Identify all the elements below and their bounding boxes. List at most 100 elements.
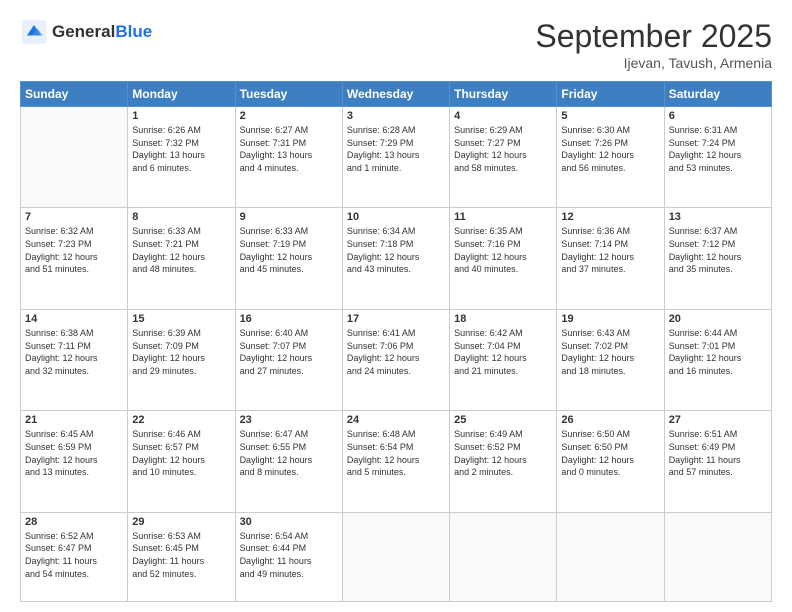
day-number: 26 — [561, 414, 659, 426]
day-number: 10 — [347, 211, 445, 223]
day-number: 14 — [25, 313, 123, 325]
calendar-cell: 28 Sunrise: 6:52 AM Sunset: 6:47 PM Dayli… — [21, 512, 128, 601]
logo-general: General — [52, 22, 115, 42]
calendar-cell: 2Sunrise: 6:27 AM Sunset: 7:31 PM Daylig… — [235, 107, 342, 208]
calendar-cell: 4 Sunrise: 6:29 AM Sunset: 7:27 PM Daylig… — [450, 107, 557, 208]
day-info: Sunrise: 6:26 AM Sunset: 7:32 PM Dayligh… — [132, 124, 230, 174]
day-number: 21 — [25, 414, 123, 426]
day-info: Sunrise: 6:49 AM Sunset: 6:52 PM Dayligh… — [454, 428, 552, 478]
day-info: Sunrise: 6:27 AM Sunset: 7:31 PM Dayligh… — [240, 124, 338, 174]
weekday-sunday: Sunday — [21, 82, 128, 107]
weekday-saturday: Saturday — [664, 82, 771, 107]
calendar-cell: 30 Sunrise: 6:54 AM Sunset: 6:44 PM Dayli… — [235, 512, 342, 601]
calendar-cell: 9 Sunrise: 6:33 AM Sunset: 7:19 PM Daylig… — [235, 208, 342, 309]
calendar-cell: 10 Sunrise: 6:34 AM Sunset: 7:18 PM Dayli… — [342, 208, 449, 309]
day-info: Sunrise: 6:32 AM Sunset: 7:23 PM Dayligh… — [25, 225, 123, 275]
calendar-cell: 19 Sunrise: 6:43 AM Sunset: 7:02 PM Dayli… — [557, 309, 664, 410]
day-info: Sunrise: 6:46 AM Sunset: 6:57 PM Dayligh… — [132, 428, 230, 478]
calendar-cell — [450, 512, 557, 601]
day-info: Sunrise: 6:36 AM Sunset: 7:14 PM Dayligh… — [561, 225, 659, 275]
day-info: Sunrise: 6:40 AM Sunset: 7:07 PM Dayligh… — [240, 327, 338, 377]
calendar-cell — [21, 107, 128, 208]
weekday-friday: Friday — [557, 82, 664, 107]
day-number: 24 — [347, 414, 445, 426]
day-info: Sunrise: 6:29 AM Sunset: 7:27 PM Dayligh… — [454, 124, 552, 174]
calendar-cell: 6 Sunrise: 6:31 AM Sunset: 7:24 PM Daylig… — [664, 107, 771, 208]
location: Ijevan, Tavush, Armenia — [535, 55, 772, 71]
weekday-tuesday: Tuesday — [235, 82, 342, 107]
calendar-cell: 15Sunrise: 6:39 AM Sunset: 7:09 PM Dayli… — [128, 309, 235, 410]
day-number: 3 — [347, 110, 445, 122]
calendar-cell: 3Sunrise: 6:28 AM Sunset: 7:29 PM Daylig… — [342, 107, 449, 208]
day-info: Sunrise: 6:54 AM Sunset: 6:44 PM Dayligh… — [240, 530, 338, 580]
calendar-table: SundayMondayTuesdayWednesdayThursdayFrid… — [20, 81, 772, 602]
day-info: Sunrise: 6:35 AM Sunset: 7:16 PM Dayligh… — [454, 225, 552, 275]
day-info: Sunrise: 6:43 AM Sunset: 7:02 PM Dayligh… — [561, 327, 659, 377]
day-info: Sunrise: 6:47 AM Sunset: 6:55 PM Dayligh… — [240, 428, 338, 478]
calendar-cell: 5 Sunrise: 6:30 AM Sunset: 7:26 PM Daylig… — [557, 107, 664, 208]
week-row-0: 1 Sunrise: 6:26 AM Sunset: 7:32 PM Daylig… — [21, 107, 772, 208]
day-number: 15 — [132, 313, 230, 325]
day-number: 27 — [669, 414, 767, 426]
calendar-cell: 23 Sunrise: 6:47 AM Sunset: 6:55 PM Dayli… — [235, 411, 342, 512]
day-number: 1 — [132, 110, 230, 122]
calendar-cell: 17Sunrise: 6:41 AM Sunset: 7:06 PM Dayli… — [342, 309, 449, 410]
day-info: Sunrise: 6:33 AM Sunset: 7:21 PM Dayligh… — [132, 225, 230, 275]
calendar-cell: 11 Sunrise: 6:35 AM Sunset: 7:16 PM Dayli… — [450, 208, 557, 309]
day-number: 25 — [454, 414, 552, 426]
day-number: 12 — [561, 211, 659, 223]
day-number: 9 — [240, 211, 338, 223]
day-info: Sunrise: 6:45 AM Sunset: 6:59 PM Dayligh… — [25, 428, 123, 478]
day-info: Sunrise: 6:30 AM Sunset: 7:26 PM Dayligh… — [561, 124, 659, 174]
calendar-cell: 25 Sunrise: 6:49 AM Sunset: 6:52 PM Dayli… — [450, 411, 557, 512]
logo-blue: Blue — [115, 22, 152, 42]
week-row-3: 21 Sunrise: 6:45 AM Sunset: 6:59 PM Dayli… — [21, 411, 772, 512]
calendar-cell: 27 Sunrise: 6:51 AM Sunset: 6:49 PM Dayli… — [664, 411, 771, 512]
day-info: Sunrise: 6:42 AM Sunset: 7:04 PM Dayligh… — [454, 327, 552, 377]
day-number: 6 — [669, 110, 767, 122]
weekday-wednesday: Wednesday — [342, 82, 449, 107]
week-row-1: 7Sunrise: 6:32 AM Sunset: 7:23 PM Daylig… — [21, 208, 772, 309]
day-info: Sunrise: 6:50 AM Sunset: 6:50 PM Dayligh… — [561, 428, 659, 478]
day-number: 28 — [25, 516, 123, 528]
calendar-cell: 12 Sunrise: 6:36 AM Sunset: 7:14 PM Dayli… — [557, 208, 664, 309]
logo: General Blue — [20, 18, 152, 46]
day-number: 4 — [454, 110, 552, 122]
day-number: 13 — [669, 211, 767, 223]
header: General Blue September 2025 Ijevan, Tavu… — [20, 18, 772, 71]
calendar-cell: 13Sunrise: 6:37 AM Sunset: 7:12 PM Dayli… — [664, 208, 771, 309]
title-block: September 2025 Ijevan, Tavush, Armenia — [535, 18, 772, 71]
calendar-cell — [664, 512, 771, 601]
day-number: 11 — [454, 211, 552, 223]
month-title: September 2025 — [535, 18, 772, 55]
day-info: Sunrise: 6:33 AM Sunset: 7:19 PM Dayligh… — [240, 225, 338, 275]
day-number: 19 — [561, 313, 659, 325]
day-info: Sunrise: 6:41 AM Sunset: 7:06 PM Dayligh… — [347, 327, 445, 377]
day-number: 30 — [240, 516, 338, 528]
day-info: Sunrise: 6:44 AM Sunset: 7:01 PM Dayligh… — [669, 327, 767, 377]
day-number: 5 — [561, 110, 659, 122]
day-info: Sunrise: 6:31 AM Sunset: 7:24 PM Dayligh… — [669, 124, 767, 174]
weekday-header-row: SundayMondayTuesdayWednesdayThursdayFrid… — [21, 82, 772, 107]
week-row-2: 14 Sunrise: 6:38 AM Sunset: 7:11 PM Dayli… — [21, 309, 772, 410]
day-number: 8 — [132, 211, 230, 223]
calendar-cell: 21 Sunrise: 6:45 AM Sunset: 6:59 PM Dayli… — [21, 411, 128, 512]
day-info: Sunrise: 6:51 AM Sunset: 6:49 PM Dayligh… — [669, 428, 767, 478]
calendar-cell: 16 Sunrise: 6:40 AM Sunset: 7:07 PM Dayli… — [235, 309, 342, 410]
weekday-thursday: Thursday — [450, 82, 557, 107]
day-number: 16 — [240, 313, 338, 325]
calendar-cell: 8 Sunrise: 6:33 AM Sunset: 7:21 PM Daylig… — [128, 208, 235, 309]
calendar-cell — [557, 512, 664, 601]
logo-text: General Blue — [52, 22, 152, 42]
day-number: 23 — [240, 414, 338, 426]
calendar-cell — [342, 512, 449, 601]
calendar-cell: 22Sunrise: 6:46 AM Sunset: 6:57 PM Dayli… — [128, 411, 235, 512]
calendar-cell: 20Sunrise: 6:44 AM Sunset: 7:01 PM Dayli… — [664, 309, 771, 410]
week-row-4: 28 Sunrise: 6:52 AM Sunset: 6:47 PM Dayli… — [21, 512, 772, 601]
day-info: Sunrise: 6:52 AM Sunset: 6:47 PM Dayligh… — [25, 530, 123, 580]
day-info: Sunrise: 6:34 AM Sunset: 7:18 PM Dayligh… — [347, 225, 445, 275]
page: General Blue September 2025 Ijevan, Tavu… — [0, 0, 792, 612]
calendar-cell: 7Sunrise: 6:32 AM Sunset: 7:23 PM Daylig… — [21, 208, 128, 309]
day-number: 18 — [454, 313, 552, 325]
day-info: Sunrise: 6:38 AM Sunset: 7:11 PM Dayligh… — [25, 327, 123, 377]
